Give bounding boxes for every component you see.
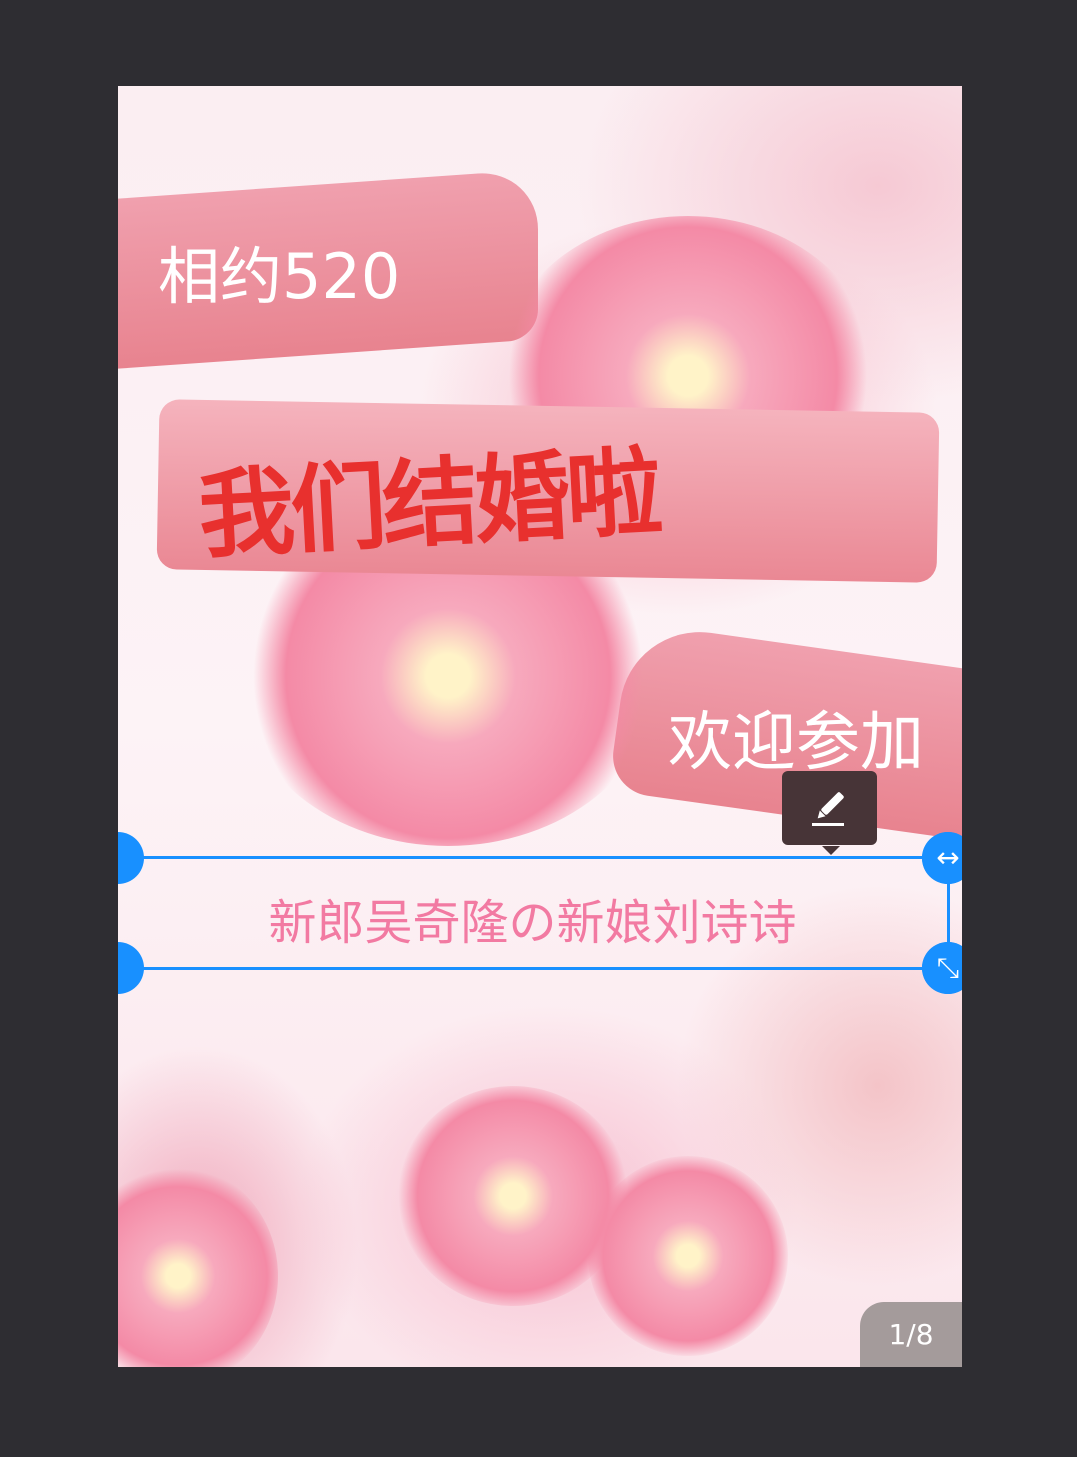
flower-bottom (118, 1166, 278, 1367)
left-margin (0, 0, 118, 1457)
card-canvas[interactable]: 相约520 我们结婚啦 欢迎参加 (118, 86, 962, 1367)
page-indicator: 1/8 (860, 1302, 962, 1367)
edit-button[interactable] (782, 771, 877, 855)
arrow-left-right-icon: ↔ (936, 841, 960, 874)
arrow-diagonal-icon: ⤡ (936, 951, 960, 984)
title-artwork: 我们结婚啦 (195, 435, 662, 572)
flower-bottom (588, 1156, 788, 1356)
pencil-icon (812, 792, 844, 826)
right-margin (962, 0, 1077, 1457)
welcome-text[interactable]: 欢迎参加 (668, 691, 924, 783)
selected-text-box[interactable]: 新郎吴奇隆の新娘刘诗诗 (118, 856, 950, 970)
headline-text[interactable]: 相约520 (158, 226, 400, 316)
selected-text[interactable]: 新郎吴奇隆の新娘刘诗诗 (118, 883, 947, 953)
